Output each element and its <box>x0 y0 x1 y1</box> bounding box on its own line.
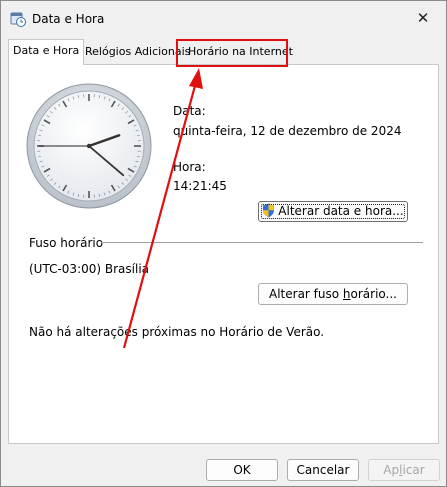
change-timezone-button[interactable]: Alterar fuso horário... <box>258 283 408 305</box>
apply-label-a: Ap <box>383 463 400 477</box>
tab-strip: Data e Hora Relógios Adicionais Horário … <box>8 39 439 65</box>
time-label: Hora: <box>173 160 206 174</box>
timezone-divider <box>101 242 423 243</box>
change-timezone-label-c: orário... <box>350 287 397 301</box>
tab-data-e-hora[interactable]: Data e Hora <box>8 39 85 65</box>
change-date-time-button[interactable]: Alterar data e hora... <box>258 201 408 222</box>
title-bar: Data e Hora ✕ <box>1 1 446 37</box>
timezone-value: (UTC-03:00) Brasília <box>29 262 150 276</box>
change-timezone-label-b: h <box>342 287 351 301</box>
tab-horario-na-internet[interactable]: Horário na Internet <box>184 41 297 63</box>
apply-button[interactable]: Aplicar <box>368 459 440 481</box>
window-title: Data e Hora <box>32 12 105 26</box>
date-time-dialog: Data e Hora ✕ Data e Hora Relógios Adici… <box>0 0 447 487</box>
uac-shield-icon <box>263 203 275 218</box>
date-value: quinta-feira, 12 de dezembro de 2024 <box>173 124 402 138</box>
apply-label-c: icar <box>402 463 425 477</box>
cancel-button[interactable]: Cancelar <box>287 459 359 481</box>
analog-clock <box>26 83 152 209</box>
date-label: Data: <box>173 104 206 118</box>
change-date-time-label: Alterar data e hora... <box>278 204 404 218</box>
time-value: 14:21:45 <box>173 179 227 193</box>
tab-panel: Data: quinta-feira, 12 de dezembro de 20… <box>8 64 439 444</box>
tab-relogios-adicionais[interactable]: Relógios Adicionais <box>81 41 194 63</box>
timezone-group-label: Fuso horário <box>29 236 104 250</box>
close-icon[interactable]: ✕ <box>400 1 446 35</box>
date-time-app-icon <box>10 12 26 27</box>
dst-note: Não há alterações próximas no Horário de… <box>29 325 325 339</box>
ok-button[interactable]: OK <box>206 459 278 481</box>
change-timezone-label-a: Alterar fuso <box>269 287 343 301</box>
